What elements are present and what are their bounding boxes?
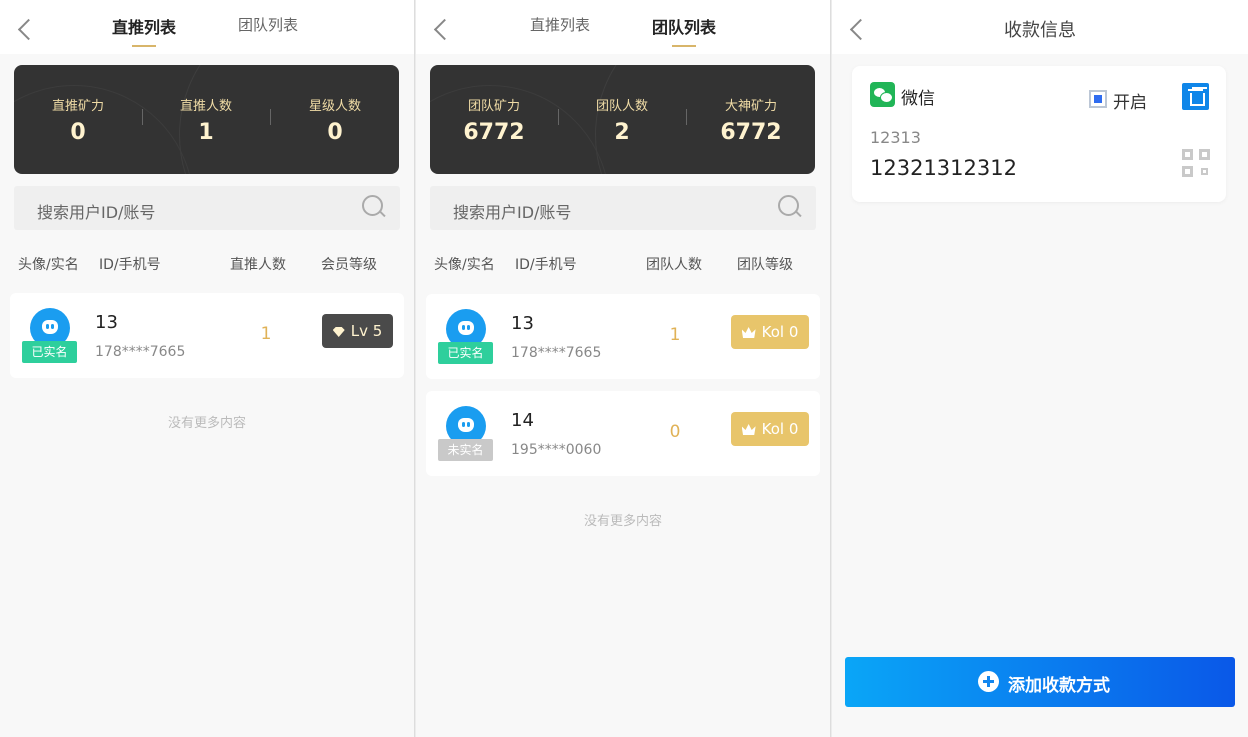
- column-header-id: ID/手机号: [515, 257, 577, 273]
- user-id: 13: [511, 313, 534, 334]
- team-count: 1: [669, 325, 681, 345]
- crown-icon: [741, 327, 756, 338]
- direct-list-panel: 直推列表 团队列表 直推矿力 0 直推人数 1 星级人数 0 搜索用户ID/账号…: [0, 0, 415, 737]
- add-payment-method-label: 添加收款方式: [1008, 676, 1110, 696]
- wechat-icon: [870, 82, 895, 107]
- column-header-count: 直推人数: [230, 257, 286, 273]
- payment-method-name: 微信: [901, 89, 935, 109]
- diamond-icon: [332, 327, 345, 337]
- direct-count: 1: [260, 324, 272, 344]
- stat-direct-count: 直推人数 1: [179, 99, 232, 145]
- column-header-count: 团队人数: [646, 257, 702, 273]
- page-title: 收款信息: [1004, 20, 1076, 41]
- plus-circle-icon: [978, 671, 999, 692]
- user-phone: 195****0060: [511, 442, 602, 458]
- payment-method-card: 微信 开启 12313 12321312312: [852, 66, 1226, 202]
- account-number: 12321312312: [870, 156, 1017, 180]
- search-input[interactable]: 搜索用户ID/账号: [430, 186, 816, 230]
- tab-team-list[interactable]: 团队列表: [652, 14, 716, 47]
- column-header-level: 团队等级: [737, 257, 793, 273]
- verified-badge: 已实名: [22, 341, 77, 363]
- team-list-panel: 直推列表 团队列表 团队矿力 6772 团队人数 2 大神矿力 6772 搜索用…: [416, 0, 831, 737]
- no-more-text: 没有更多内容: [583, 514, 662, 529]
- list-item[interactable]: 已实名 13 178****7665 1 Kol 0: [426, 294, 820, 379]
- column-header-id: ID/手机号: [99, 257, 161, 273]
- top-bar: 直推列表 团队列表: [416, 0, 830, 54]
- level-badge: Kol 0: [731, 412, 809, 446]
- user-phone: 178****7665: [511, 345, 602, 361]
- team-count: 0: [669, 422, 681, 442]
- back-icon[interactable]: [432, 17, 452, 41]
- enable-label: 开启: [1113, 93, 1147, 113]
- search-icon[interactable]: [362, 195, 386, 219]
- stat-star-count: 星级人数 0: [308, 99, 361, 145]
- stats-card: 团队矿力 6772 团队人数 2 大神矿力 6772: [430, 65, 815, 174]
- user-id: 13: [95, 312, 118, 333]
- level-badge: Kol 0: [731, 315, 809, 349]
- list-item[interactable]: 已实名 13 178****7665 1 Lv 5: [10, 293, 404, 378]
- crown-icon: [741, 424, 756, 435]
- add-payment-method-button[interactable]: 添加收款方式: [845, 657, 1235, 707]
- delete-icon[interactable]: [1182, 83, 1209, 110]
- tab-direct-list[interactable]: 直推列表: [530, 14, 590, 35]
- payment-info-panel: 收款信息 微信 开启 12313 12321312312: [832, 0, 1248, 737]
- back-icon[interactable]: [16, 17, 36, 41]
- account-name: 12313: [870, 128, 921, 147]
- user-id: 14: [511, 410, 534, 431]
- level-badge: Lv 5: [322, 314, 393, 348]
- list-item[interactable]: 未实名 14 195****0060 0 Kol 0: [426, 391, 820, 476]
- stat-master-power: 大神矿力 6772: [720, 99, 782, 145]
- tab-direct-list[interactable]: 直推列表: [112, 14, 176, 47]
- search-icon[interactable]: [778, 195, 802, 219]
- no-more-text: 没有更多内容: [167, 416, 246, 431]
- column-header-level: 会员等级: [321, 257, 377, 273]
- unverified-badge: 未实名: [438, 439, 493, 461]
- top-bar: 收款信息: [832, 0, 1248, 54]
- stat-team-count: 团队人数 2: [595, 99, 648, 145]
- qr-code-icon[interactable]: [1182, 149, 1210, 177]
- search-placeholder: 搜索用户ID/账号: [37, 203, 156, 222]
- column-header-avatar: 头像/实名: [434, 257, 495, 273]
- user-phone: 178****7665: [95, 344, 186, 360]
- search-input[interactable]: 搜索用户ID/账号: [14, 186, 400, 230]
- column-header-avatar: 头像/实名: [18, 257, 79, 273]
- stats-card: 直推矿力 0 直推人数 1 星级人数 0: [14, 65, 399, 174]
- search-placeholder: 搜索用户ID/账号: [453, 203, 572, 222]
- enable-checkbox[interactable]: [1089, 90, 1107, 108]
- top-bar: 直推列表 团队列表: [0, 0, 414, 54]
- tab-team-list[interactable]: 团队列表: [238, 14, 298, 35]
- verified-badge: 已实名: [438, 342, 493, 364]
- stat-direct-power: 直推矿力 0: [51, 99, 104, 145]
- stat-team-power: 团队矿力 6772: [463, 99, 525, 145]
